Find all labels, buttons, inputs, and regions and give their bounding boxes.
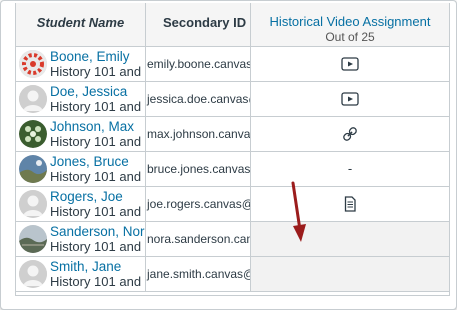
student-section: History 101 and H xyxy=(50,64,146,79)
secondary-id-value: jessica.doe.canvas@ xyxy=(147,92,251,106)
avatar xyxy=(19,85,47,113)
grade-cell[interactable] xyxy=(251,47,449,81)
avatar xyxy=(19,155,47,183)
assignment-title-link[interactable]: Historical Video Assignment xyxy=(251,14,449,29)
table-row: Doe, Jessica History 101 and H jessica.d… xyxy=(16,82,449,117)
grade-cell[interactable]: - xyxy=(251,152,449,186)
student-section: History 101 and H xyxy=(50,99,146,114)
secondary-id-value: joe.rogers.canvas@g xyxy=(147,197,251,211)
secondary-id-value: bruce.jones.canvas xyxy=(147,162,251,176)
student-cell: Rogers, Joe History 101 and H xyxy=(16,187,146,221)
secondary-id-cell: emily.boone.canvas xyxy=(146,47,251,81)
student-cell: Johnson, Max History 101 and H xyxy=(16,117,146,151)
secondary-id-cell: max.johnson.canvas xyxy=(146,117,251,151)
annotation-arrow-icon xyxy=(291,181,306,242)
assignment-points: Out of 25 xyxy=(325,30,375,44)
table-row: Smith, Jane History 101 and H jane.smith… xyxy=(16,257,449,292)
student-section: History 101 and H xyxy=(50,239,146,254)
video-icon xyxy=(341,57,359,71)
student-name-link[interactable]: Doe, Jessica xyxy=(50,84,127,99)
grade-value: - xyxy=(347,161,353,176)
avatar xyxy=(19,190,47,218)
column-header-student-name[interactable]: Student Name xyxy=(16,3,146,47)
avatar xyxy=(19,50,47,78)
secondary-id-value: nora.sanderson.canv xyxy=(147,232,251,246)
student-name-link[interactable]: Rogers, Joe xyxy=(50,189,123,204)
document-icon xyxy=(344,196,356,212)
student-name-link[interactable]: Johnson, Max xyxy=(50,119,134,134)
table-row: Jones, Bruce History 101 and H bruce.jon… xyxy=(16,152,449,187)
avatar xyxy=(19,120,47,148)
table-row: Johnson, Max History 101 and H max.johns… xyxy=(16,117,449,152)
secondary-id-cell: joe.rogers.canvas@g xyxy=(146,187,251,221)
avatar xyxy=(19,225,47,253)
table-row: Sanderson, Nor History 101 and H nora.sa… xyxy=(16,222,449,257)
grade-cell[interactable] xyxy=(251,222,449,256)
student-section: History 101 and H xyxy=(50,169,146,184)
grade-cell[interactable] xyxy=(251,117,449,151)
column-header-secondary-id[interactable]: Secondary ID xyxy=(146,3,251,47)
secondary-id-value: emily.boone.canvas xyxy=(147,57,251,71)
secondary-id-cell: jane.smith.canvas@g xyxy=(146,257,251,291)
link-icon xyxy=(343,127,357,141)
secondary-id-header-label: Secondary ID xyxy=(163,15,247,30)
student-name-header-label: Student Name xyxy=(36,15,125,30)
student-name-link[interactable]: Boone, Emily xyxy=(50,49,130,64)
student-cell: Jones, Bruce History 101 and H xyxy=(16,152,146,186)
video-icon xyxy=(341,92,359,106)
secondary-id-value: jane.smith.canvas@g xyxy=(147,267,251,281)
grade-cell[interactable] xyxy=(251,257,449,291)
table-row: Rogers, Joe History 101 and H joe.rogers… xyxy=(16,187,449,222)
column-header-assignment[interactable]: Historical Video Assignment Out of 25 xyxy=(251,3,449,47)
gradebook-grid: Student Name Secondary ID Historical Vid… xyxy=(15,3,450,296)
secondary-id-cell: bruce.jones.canvas xyxy=(146,152,251,186)
secondary-id-value: max.johnson.canvas xyxy=(147,127,251,141)
student-cell: Doe, Jessica History 101 and H xyxy=(16,82,146,116)
grade-cell[interactable] xyxy=(251,82,449,116)
student-name-link[interactable]: Smith, Jane xyxy=(50,259,121,274)
student-section: History 101 and H xyxy=(50,204,146,219)
student-cell: Boone, Emily History 101 and H xyxy=(16,47,146,81)
student-name-link[interactable]: Sanderson, Nor xyxy=(50,224,145,239)
grade-cell[interactable] xyxy=(251,187,449,221)
student-name-link[interactable]: Jones, Bruce xyxy=(50,154,129,169)
student-cell: Sanderson, Nor History 101 and H xyxy=(16,222,146,256)
student-section: History 101 and H xyxy=(50,134,146,149)
student-cell: Smith, Jane History 101 and H xyxy=(16,257,146,291)
student-section: History 101 and H xyxy=(50,274,146,289)
secondary-id-cell: nora.sanderson.canv xyxy=(146,222,251,256)
avatar xyxy=(19,260,47,288)
secondary-id-cell: jessica.doe.canvas@ xyxy=(146,82,251,116)
table-row: Boone, Emily History 101 and H emily.boo… xyxy=(16,47,449,82)
